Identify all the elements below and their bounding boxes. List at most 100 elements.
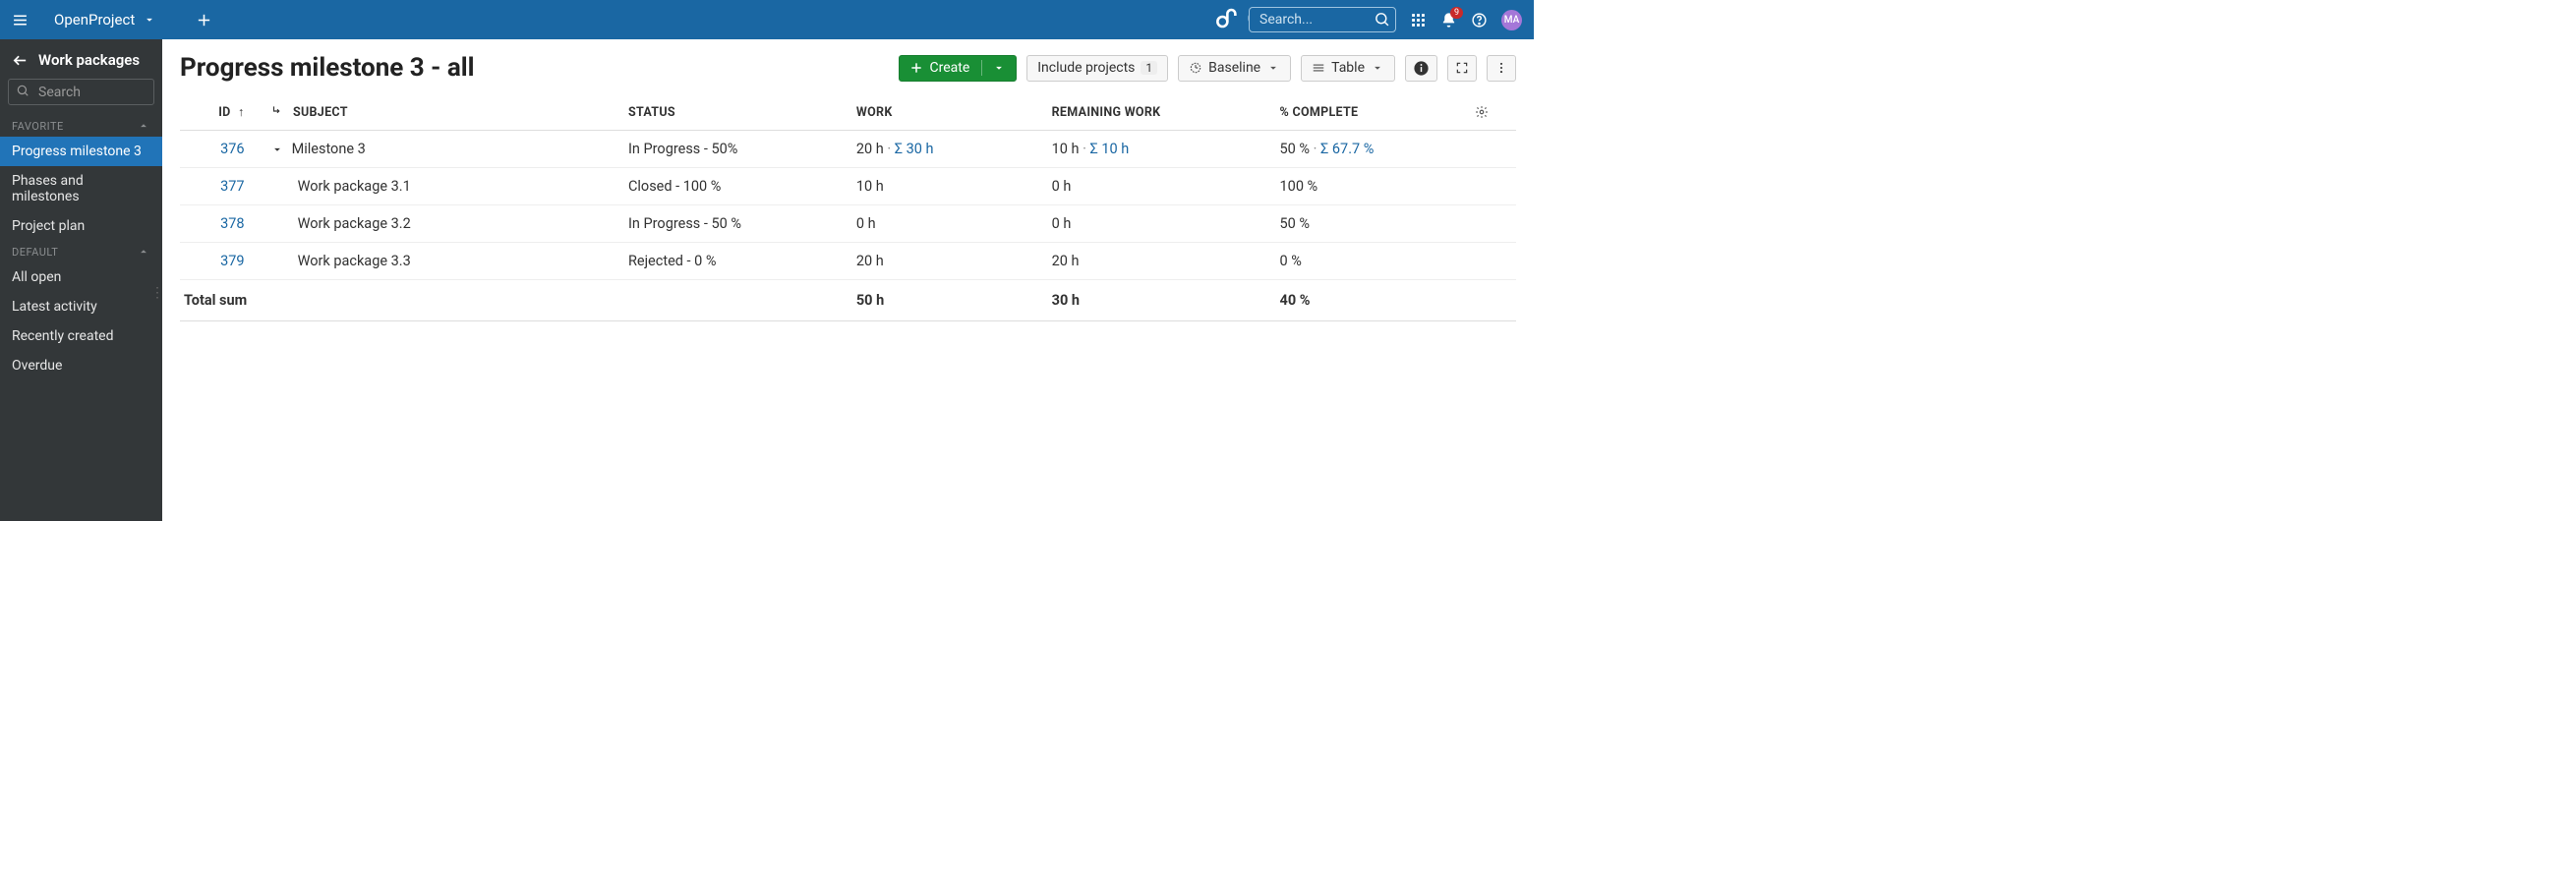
remaining-cell: 10 h · Σ 10 h [1044, 131, 1272, 168]
apps-icon[interactable] [1410, 12, 1427, 29]
caret-down-icon [1266, 61, 1280, 75]
baseline-icon [1189, 61, 1202, 75]
gear-icon [1475, 105, 1489, 119]
sidebar-search-input[interactable] [8, 79, 154, 105]
wp-id-link[interactable]: 379 [220, 253, 244, 269]
subject-text: Work package 3.2 [298, 215, 411, 232]
col-subject[interactable]: SUBJECT [263, 94, 620, 131]
wp-id-link[interactable]: 377 [220, 178, 244, 195]
sum-value[interactable]: Σ 10 h [1090, 141, 1130, 157]
hierarchy-icon [270, 104, 284, 118]
info-button[interactable] [1405, 55, 1437, 82]
complete-cell: 50 % · Σ 67.7 % [1272, 131, 1468, 168]
total-work: 50 h [849, 280, 1044, 321]
toolbar: Progress milestone 3 - all Create Includ… [180, 53, 1516, 83]
sidebar: Work packages FAVORITE Progress mileston… [0, 39, 162, 521]
expand-icon[interactable] [270, 143, 284, 156]
status-cell: In Progress - 50% [620, 131, 849, 168]
create-button[interactable]: Create [899, 55, 1017, 82]
total-row: Total sum 50 h30 h40 % [180, 280, 1516, 321]
row-end [1467, 131, 1516, 168]
table-row[interactable]: 379Work package 3.3Rejected - 0 %20 h20 … [180, 243, 1516, 280]
status-cell: Rejected - 0 % [620, 243, 849, 280]
total-complete: 40 % [1272, 280, 1468, 321]
col-id[interactable]: ID ↑ [180, 94, 263, 131]
fullscreen-icon [1455, 61, 1469, 75]
caret-down-icon [143, 13, 156, 27]
back-button[interactable]: Work packages [0, 39, 162, 79]
table-row[interactable]: 376 Milestone 3 In Progress - 50%20 h · Σ … [180, 131, 1516, 168]
view-label: Table [1331, 60, 1365, 76]
include-label: Include projects [1037, 60, 1135, 76]
chevron-up-icon [137, 245, 150, 259]
total-remaining: 30 h [1044, 280, 1272, 321]
chevron-up-icon [137, 119, 150, 133]
sum-value[interactable]: Σ 67.7 % [1320, 141, 1374, 157]
subject-text: Work package 3.1 [298, 178, 411, 195]
sidebar-item-progress-milestone-3[interactable]: Progress milestone 3 [0, 137, 162, 166]
baseline-button[interactable]: Baseline [1178, 55, 1291, 82]
table-row[interactable]: 378Work package 3.2In Progress - 50 %0 h… [180, 205, 1516, 243]
status-cell: Closed - 100 % [620, 168, 849, 205]
remaining-cell: 20 h [1044, 243, 1272, 280]
more-button[interactable] [1487, 55, 1516, 82]
add-button[interactable] [196, 12, 212, 29]
topbar: OpenProject OpenProject 9 MA [0, 0, 1534, 39]
subject-cell: Work package 3.1 [263, 168, 620, 205]
col-remaining[interactable]: REMAINING WORK [1044, 94, 1272, 131]
sum-value[interactable]: Σ 30 h [895, 141, 934, 157]
col-status[interactable]: STATUS [620, 94, 849, 131]
caret-down-icon [1371, 61, 1384, 75]
id-cell: 377 [180, 168, 263, 205]
plus-icon [909, 61, 923, 75]
notifications-button[interactable]: 9 [1440, 12, 1457, 29]
id-cell: 378 [180, 205, 263, 243]
baseline-label: Baseline [1208, 60, 1260, 76]
search-icon [1374, 11, 1390, 28]
search-icon [16, 84, 29, 97]
complete-cell: 100 % [1272, 168, 1468, 205]
include-projects-button[interactable]: Include projects 1 [1026, 55, 1168, 82]
sidebar-item-recently-created[interactable]: Recently created [0, 321, 162, 351]
complete-cell: 50 % [1272, 205, 1468, 243]
sidebar-item-phases-milestones[interactable]: Phases and milestones [0, 166, 162, 211]
help-icon[interactable] [1471, 12, 1488, 29]
work-cell: 0 h [849, 205, 1044, 243]
back-label: Work packages [38, 51, 140, 69]
table-row[interactable]: 377Work package 3.1Closed - 100 %10 h0 h… [180, 168, 1516, 205]
caret-down-icon [992, 61, 1006, 75]
subject-text: Milestone 3 [292, 141, 366, 157]
wp-id-link[interactable]: 376 [220, 141, 244, 157]
avatar[interactable]: MA [1501, 10, 1522, 30]
section-default-header[interactable]: DEFAULT [0, 241, 162, 262]
global-search[interactable] [1249, 7, 1396, 32]
view-mode-button[interactable]: Table [1301, 55, 1395, 82]
sort-asc-icon: ↑ [238, 105, 245, 120]
section-favorite-header[interactable]: FAVORITE [0, 115, 162, 137]
arrow-left-icon [12, 52, 29, 69]
fullscreen-button[interactable] [1447, 55, 1477, 82]
subject-cell: Work package 3.2 [263, 205, 620, 243]
project-select[interactable]: OpenProject [48, 11, 162, 29]
col-settings[interactable] [1467, 94, 1516, 131]
resize-handle[interactable]: ⋮ [150, 285, 164, 301]
col-work[interactable]: WORK [849, 94, 1044, 131]
main-content: Progress milestone 3 - all Create Includ… [162, 39, 1534, 521]
work-cell: 20 h · Σ 30 h [849, 131, 1044, 168]
work-cell: 10 h [849, 168, 1044, 205]
more-vertical-icon [1494, 61, 1508, 75]
complete-cell: 0 % [1272, 243, 1468, 280]
col-complete[interactable]: % COMPLETE [1272, 94, 1468, 131]
sidebar-item-all-open[interactable]: All open [0, 262, 162, 292]
remaining-cell: 0 h [1044, 205, 1272, 243]
sidebar-item-latest-activity[interactable]: Latest activity [0, 292, 162, 321]
sidebar-item-overdue[interactable]: Overdue [0, 351, 162, 380]
wp-id-link[interactable]: 378 [220, 215, 244, 232]
subject-cell: Milestone 3 [263, 131, 620, 168]
sidebar-item-project-plan[interactable]: Project plan [0, 211, 162, 241]
work-packages-table: ID ↑ SUBJECT STATUS WORK REMAINING WORK … [180, 94, 1516, 321]
section-label: DEFAULT [12, 246, 58, 259]
hamburger-icon[interactable] [12, 12, 29, 29]
total-label: Total sum [180, 280, 620, 321]
info-icon [1413, 60, 1430, 77]
